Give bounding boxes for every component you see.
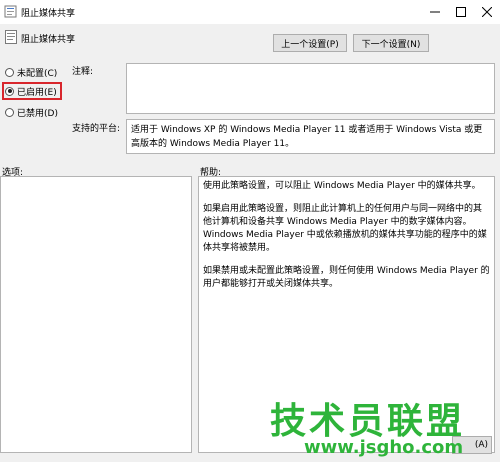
maximize-icon [456,7,466,17]
radio-circle[interactable] [5,67,14,77]
close-icon [482,7,492,17]
close-button[interactable] [474,0,500,24]
help-paragraph-1: 使用此策略设置，可以阻止 Windows Media Player 中的媒体共享… [203,181,481,191]
policy-icon [4,5,17,18]
setting-title: 阻止媒体共享 [21,35,76,45]
window-title: 阻止媒体共享 [21,9,76,19]
radio-enabled[interactable]: 已启用(E) [5,84,57,98]
options-pane [0,176,192,453]
platform-label: 支持的平台: [72,124,121,134]
setting-icon [5,30,17,44]
platform-field: 适用于 Windows XP 的 Windows Media Player 11… [126,119,495,154]
radio-not-configured[interactable]: 未配置(C) [5,65,57,79]
radio-label: 已启用(E) [17,87,57,98]
comment-label: 注释: [72,67,94,77]
help-paragraph-2: 如果启用此策略设置，则阻止此计算机上的任何用户与同一网络中的其他计算机和设备共享… [203,204,487,253]
radio-disabled[interactable]: 已禁用(D) [5,105,58,119]
previous-setting-button[interactable]: 上一个设置(P) [273,34,347,52]
radio-label: 未配置(C) [17,68,58,79]
radio-circle[interactable] [5,107,14,117]
radio-circle-checked[interactable] [5,86,14,96]
minimize-button[interactable] [422,0,448,24]
help-paragraph-3: 如果禁用或未配置此策略设置，则任何使用 Windows Media Player… [203,266,490,289]
radio-label: 已禁用(D) [17,108,58,119]
next-setting-button[interactable]: 下一个设置(N) [353,34,429,52]
maximize-button[interactable] [448,0,474,24]
watermark-url: www.jsgho.com [304,437,464,458]
minimize-icon [430,11,440,13]
comment-field[interactable] [126,63,495,114]
